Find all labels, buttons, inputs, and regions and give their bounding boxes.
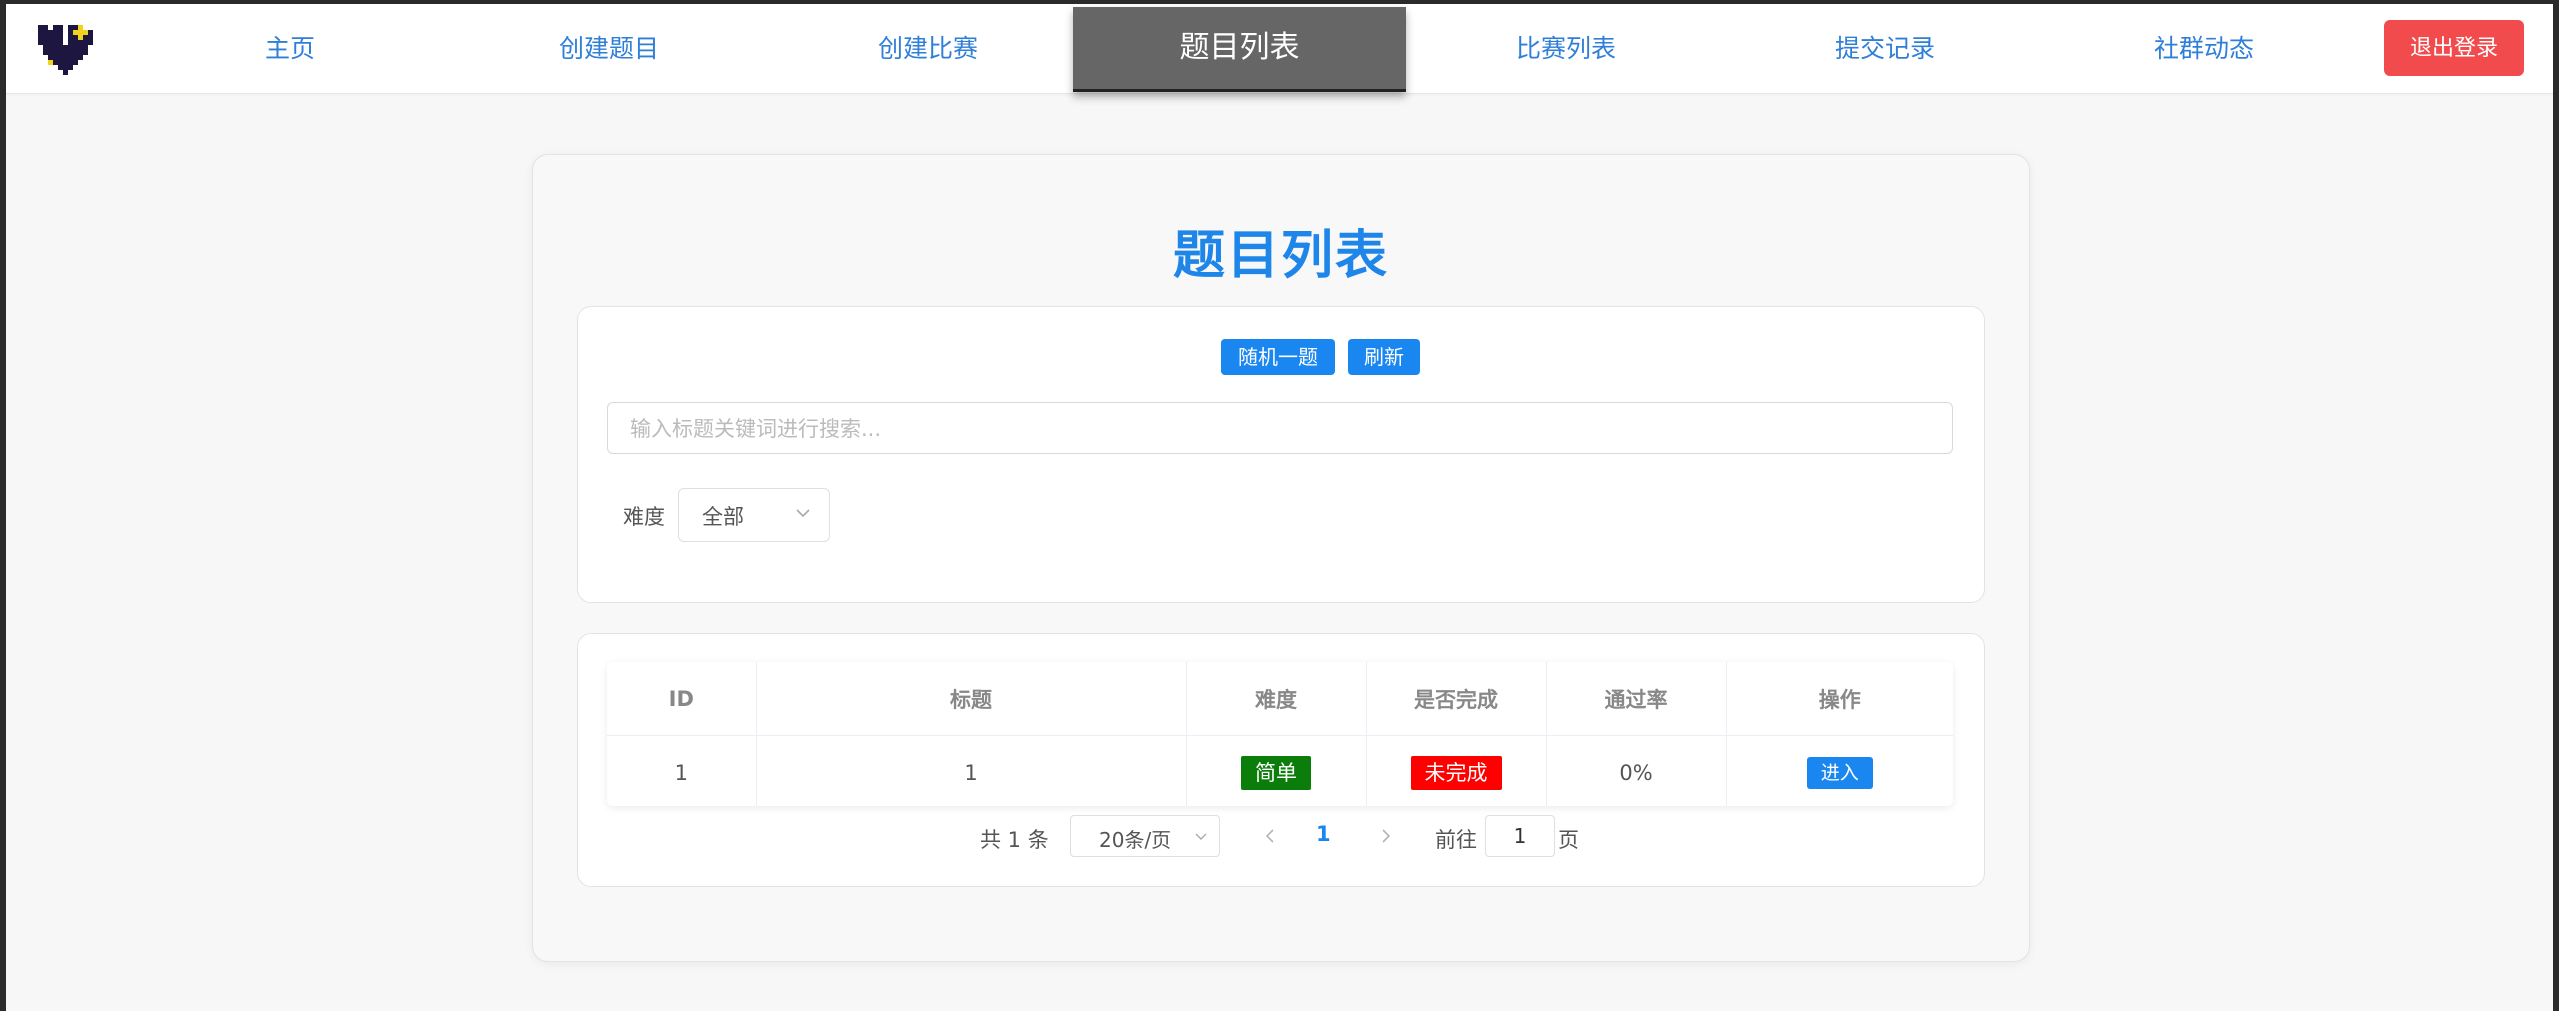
column-header-title[interactable]: 标题 (756, 662, 1187, 736)
difficulty-selected-value: 全部 (702, 505, 744, 529)
pagination: 共 1 条 20条/页 1 前往 1 页 (578, 812, 1984, 860)
difficulty-badge: 简单 (1241, 755, 1311, 790)
refresh-button[interactable]: 刷新 (1348, 339, 1420, 375)
search-input[interactable]: 输入标题关键词进行搜索... (607, 402, 1953, 454)
nav-link-submissions[interactable]: 提交记录 (1765, 4, 2005, 93)
cell-action: 进入 (1726, 735, 1953, 806)
nav-link-create-contest[interactable]: 创建比赛 (808, 4, 1048, 93)
logout-button[interactable]: 退出登录 (2384, 20, 2524, 76)
problem-table: ID 标题 难度 是否完成 通过率 操作 1 1 简单 未完成 0% 进入 (607, 662, 1953, 806)
nav-link-community[interactable]: 社群动态 (2084, 4, 2324, 93)
prev-page-icon[interactable] (1258, 822, 1282, 850)
column-header-completed[interactable]: 是否完成 (1366, 662, 1547, 736)
search-panel: 随机一题 刷新 输入标题关键词进行搜索... 难度 全部 (577, 306, 1985, 603)
table-header-row: ID 标题 难度 是否完成 通过率 操作 (607, 662, 1953, 736)
nav-link-contest-list[interactable]: 比赛列表 (1446, 4, 1686, 93)
column-header-action: 操作 (1726, 662, 1953, 736)
status-badge: 未完成 (1410, 755, 1502, 790)
page-size-select[interactable]: 20条/页 (1070, 815, 1220, 857)
goto-label: 前往 (1435, 828, 1477, 852)
nav-link-home[interactable]: 主页 (170, 4, 410, 93)
page-number-current[interactable]: 1 (1316, 822, 1331, 846)
window-frame-right (2553, 0, 2559, 1011)
goto-page-input[interactable]: 1 (1485, 815, 1555, 857)
column-header-id[interactable]: ID (607, 662, 757, 736)
navbar: 主页 创建题目 创建比赛 题目列表 比赛列表 提交记录 社群动态 退出登录 (6, 4, 2553, 94)
page-size-value: 20条/页 (1099, 828, 1172, 852)
cell-id: 1 (607, 735, 757, 806)
cell-title: 1 (756, 735, 1187, 806)
logo-heart-icon[interactable] (38, 20, 98, 80)
difficulty-select[interactable]: 全部 (678, 488, 830, 542)
column-header-pass-rate[interactable]: 通过率 (1546, 662, 1727, 736)
enter-problem-button[interactable]: 进入 (1806, 756, 1873, 789)
goto-suffix-label: 页 (1558, 828, 1579, 852)
table-panel: ID 标题 难度 是否完成 通过率 操作 1 1 简单 未完成 0% 进入 共 … (577, 633, 1985, 887)
chevron-down-icon (1193, 828, 1209, 844)
cell-completed: 未完成 (1366, 735, 1547, 806)
page-title: 题目列表 (1172, 226, 1389, 286)
window-frame-left (0, 0, 6, 1011)
cell-difficulty: 简单 (1186, 735, 1367, 806)
random-problem-button[interactable]: 随机一题 (1221, 339, 1335, 375)
column-header-difficulty[interactable]: 难度 (1186, 662, 1367, 736)
next-page-icon[interactable] (1374, 822, 1398, 850)
cell-pass-rate: 0% (1546, 735, 1727, 806)
chevron-down-icon (793, 503, 813, 523)
pagination-total: 共 1 条 (980, 828, 1049, 852)
difficulty-label: 难度 (623, 505, 665, 529)
nav-link-create-problem[interactable]: 创建题目 (489, 4, 729, 93)
table-row[interactable]: 1 1 简单 未完成 0% 进入 (607, 735, 1953, 806)
problem-list-card: 题目列表 随机一题 刷新 输入标题关键词进行搜索... 难度 全部 ID 标题 … (532, 154, 2030, 962)
nav-link-problem-list[interactable]: 题目列表 (1073, 7, 1406, 92)
